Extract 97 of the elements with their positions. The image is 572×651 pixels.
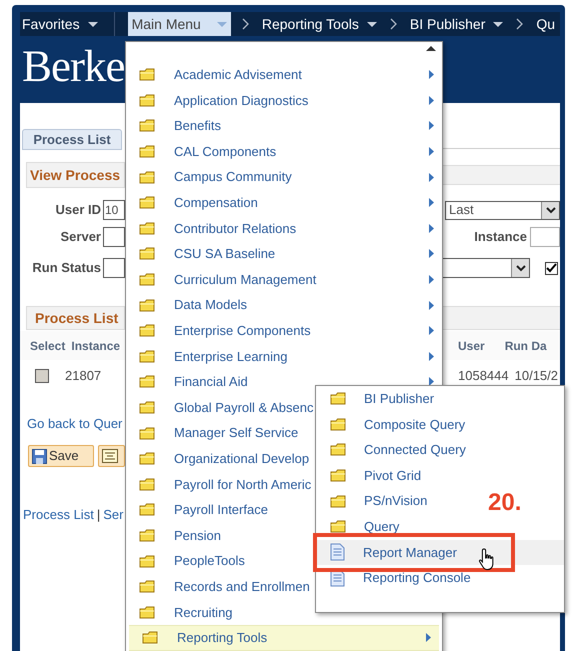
folder-icon (139, 298, 155, 312)
menu-item[interactable]: Application Diagnostics (126, 88, 442, 114)
folder-icon (139, 606, 155, 619)
menu-item[interactable]: Recruiting (126, 599, 315, 626)
folder-icon (139, 196, 155, 210)
menu-item[interactable]: Curriculum Management (126, 266, 442, 292)
field-label: User ID (55, 201, 101, 220)
column-header: Select (29, 338, 66, 354)
notes-button[interactable] (98, 445, 125, 467)
folder-icon (330, 520, 346, 534)
logo-text: Berke (21, 40, 124, 93)
menu-item[interactable]: Data Models (126, 292, 442, 318)
folder-icon (139, 68, 155, 82)
nav-menu-item[interactable]: Qu (534, 12, 558, 36)
folder-icon (139, 580, 155, 594)
folder-icon (330, 392, 346, 406)
menu-item[interactable]: CAL Components (126, 138, 442, 164)
menu-item[interactable]: Academic Advisement (126, 62, 442, 88)
column-header: Instance (70, 338, 122, 354)
menu-item[interactable]: Organizational Develop (126, 446, 315, 472)
table-cell-text: 1058444 (458, 367, 509, 386)
folder-icon (142, 631, 158, 644)
save-button[interactable]: Save (28, 445, 94, 467)
folder-icon (139, 170, 155, 184)
chevron-down-icon (516, 264, 526, 272)
menu-item[interactable]: Campus Community (126, 164, 442, 190)
field-label: Run Status (32, 259, 101, 278)
menu-item[interactable]: Contributor Relations (126, 216, 442, 242)
section-header: View Process (26, 162, 125, 188)
folder-icon (139, 145, 155, 158)
folder-icon (139, 478, 155, 491)
checkmark-icon (546, 263, 557, 273)
folder-icon (330, 469, 346, 482)
input-field[interactable] (103, 258, 125, 278)
input-field[interactable] (103, 227, 125, 247)
dropdown-select[interactable]: Last (445, 200, 560, 220)
table-cell-text: 21807 (65, 367, 102, 386)
folder-icon (139, 503, 155, 516)
table-cell-text: 10/15/2 (514, 367, 558, 386)
menu-item[interactable]: Payroll Interface (126, 497, 315, 523)
folder-icon (139, 119, 155, 132)
submenu-item[interactable]: PS/nVision (316, 488, 432, 514)
field-label: Instance (474, 228, 527, 246)
folder-icon (139, 375, 155, 388)
submenu-item[interactable]: Connected Query (316, 437, 470, 463)
nav-menu-item[interactable]: Main Menu (128, 12, 231, 36)
menu-item[interactable]: Manager Self Service (126, 420, 315, 446)
folder-icon (139, 324, 155, 338)
folder-icon (330, 418, 346, 431)
chevron-down-icon (546, 206, 556, 214)
menu-item[interactable]: Compensation (126, 190, 442, 216)
folder-icon (139, 426, 155, 440)
menu-item[interactable]: Payroll for North Americ (126, 472, 315, 498)
menu-item[interactable]: Global Payroll & Absenc (126, 394, 315, 420)
folder-icon (139, 401, 155, 414)
column-header: Run Da (504, 338, 547, 354)
scroll-up-icon (426, 46, 436, 51)
menu-item[interactable]: CSU SA Baseline (126, 241, 442, 267)
back-link[interactable]: Go back to Quer (20, 414, 122, 434)
folder-icon (330, 494, 346, 508)
menu-item[interactable]: Pension (126, 522, 315, 548)
field-label: Server (60, 228, 101, 246)
menu-item[interactable]: Enterprise Learning (126, 344, 442, 370)
menu-item[interactable]: Enterprise Components (126, 318, 442, 344)
checkbox[interactable] (545, 262, 558, 274)
menu-item[interactable]: PeopleTools (126, 548, 315, 574)
submenu-item[interactable]: Pivot Grid (316, 462, 426, 488)
folder-icon (139, 528, 155, 542)
submenu-item[interactable]: Report Manager (316, 540, 564, 566)
folder-icon (139, 247, 155, 260)
step-number: 20. (488, 489, 522, 517)
menu-item[interactable]: Reporting Tools (129, 625, 439, 651)
link-separator: | (96, 506, 100, 524)
dropdown-select[interactable] (442, 258, 530, 278)
folder-icon (139, 452, 155, 466)
column-header: User (458, 338, 485, 354)
nav-menu-item[interactable]: Reporting Tools (260, 12, 379, 36)
footer-link[interactable]: Ser (103, 505, 124, 525)
footer-link[interactable]: Process List (23, 505, 94, 525)
grid-header: Process List (26, 306, 125, 330)
folder-icon (139, 350, 155, 363)
nav-menu-item[interactable]: BI Publisher (408, 12, 506, 36)
checkbox[interactable] (35, 369, 49, 383)
menu-item[interactable]: Records and Enrollmen (126, 574, 315, 600)
notes-icon (102, 449, 118, 463)
submenu-item[interactable]: Composite Query (316, 412, 470, 438)
document-icon (330, 543, 345, 562)
folder-icon (139, 554, 155, 568)
folder-icon (139, 94, 155, 107)
input-field[interactable]: 10 (103, 200, 125, 220)
menu-item[interactable]: Benefits (126, 113, 442, 139)
folder-icon (330, 443, 346, 456)
folder-icon (139, 222, 155, 235)
nav-menu-item[interactable]: Favorites (20, 12, 100, 36)
input-field[interactable] (530, 227, 560, 247)
folder-icon (139, 273, 155, 286)
process-list-tab[interactable]: Process List (22, 129, 122, 150)
